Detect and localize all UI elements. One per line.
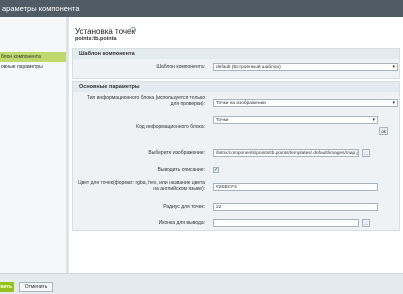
show-desc-checkbox[interactable]: ✓ — [213, 167, 219, 173]
chevron-down-icon: ▾ — [372, 117, 375, 123]
template-select-value: default (Встроенный шаблон) — [216, 65, 281, 70]
main-params-section: Основные параметры Тип информационного б… — [72, 81, 400, 231]
image-browse-button[interactable]: ... — [362, 149, 370, 157]
iblock-type-select[interactable]: Точки на изображении ▾ — [213, 99, 398, 107]
iblock-code-label: Код информационного блока: — [136, 124, 205, 130]
color-label: Цвет для точек(формат: rgba, hex, или на… — [77, 180, 205, 192]
ok-button[interactable]: ok — [379, 127, 388, 135]
footer: вить Отменить — [0, 273, 403, 294]
component-code: points:tb.pointa — [75, 36, 117, 42]
template-section-title: Шаблон компонента — [73, 49, 399, 59]
iblock-type-label: Тип информационного блока (используется … — [86, 95, 205, 107]
radius-label: Радиус для точек: — [163, 204, 205, 210]
page-title: Установка точек — [75, 27, 135, 36]
iblock-code-select-value: Точки — [216, 118, 229, 123]
chevron-down-icon: ▾ — [392, 64, 395, 70]
template-select[interactable]: default (Встроенный шаблон) ▾ — [213, 63, 398, 71]
sidebar-item-main-params[interactable]: овные параметры — [0, 62, 66, 72]
sidebar-item-template[interactable]: блон компонента — [0, 52, 66, 62]
sidebar: блон компонента овные параметры — [0, 17, 66, 273]
image-path-input[interactable]: /bitrix/components/points/tb.points/temp… — [213, 149, 359, 157]
icon-label: Иконка для вывода: — [158, 220, 205, 226]
color-input[interactable]: #2EBCF4 — [213, 183, 378, 191]
icon-browse-button[interactable]: ... — [362, 219, 370, 227]
iblock-code-select[interactable]: Точки ▾ — [213, 116, 378, 124]
cancel-button[interactable]: Отменить — [19, 282, 53, 292]
info-icon[interactable]: i — [130, 27, 136, 33]
template-section: Шаблон компонента Шаблон компонента: def… — [72, 48, 400, 79]
save-button[interactable]: вить — [0, 282, 14, 292]
chevron-down-icon: ▾ — [392, 100, 395, 106]
show-desc-label: Выводить описание: — [157, 167, 205, 173]
check-icon: ✓ — [214, 167, 219, 173]
image-label: Выберите изображение: — [148, 150, 205, 156]
iblock-type-select-value: Точки на изображении — [216, 101, 266, 106]
template-label: Шаблон компонента: — [156, 64, 205, 70]
icon-path-input[interactable] — [213, 219, 359, 227]
window-title: араметры компонента — [0, 0, 403, 17]
settings-panel: Установка точек i points:tb.pointa Шабло… — [69, 17, 403, 273]
radius-input[interactable]: 22 — [213, 203, 378, 211]
main-params-section-title: Основные параметры — [73, 82, 399, 92]
